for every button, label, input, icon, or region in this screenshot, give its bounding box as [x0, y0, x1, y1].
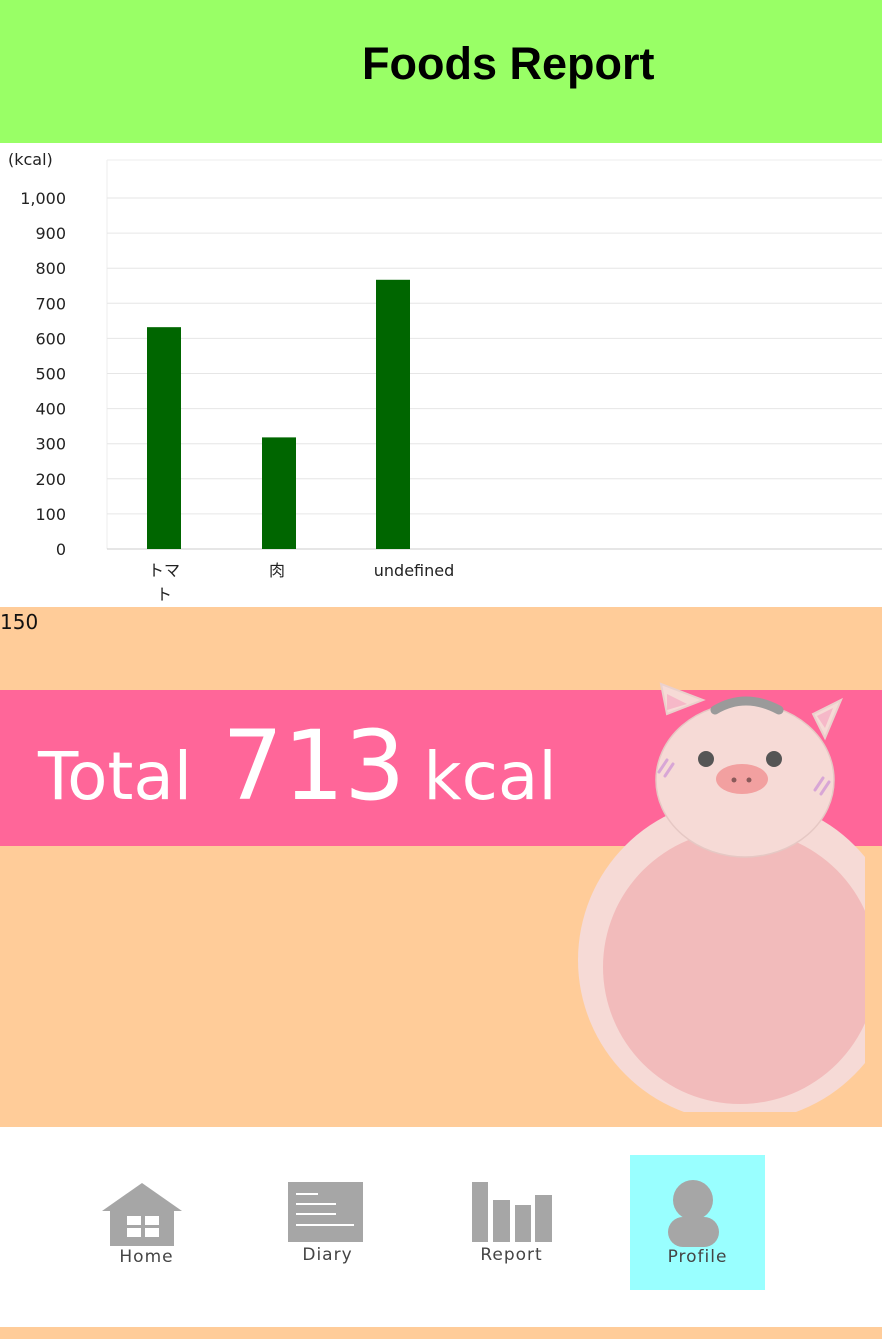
nav-diary-button[interactable]: Diary: [258, 1155, 393, 1290]
total-unit: kcal: [423, 738, 557, 815]
y-tick-label: 900: [35, 224, 66, 243]
chart-canvas: 0 100 200 300 400 500 600 700 800 900 1,000 (kcal) ト…: [8, 150, 882, 604]
summary-section: 150 Total 713 kcal: [0, 607, 882, 1127]
nav-profile-label: Profile: [667, 1247, 728, 1267]
foods-report-page: Foods Report 0 100 200 300 400 500 600 700 800 90…: [0, 0, 882, 1339]
diary-icon: [288, 1182, 363, 1242]
profile-icon: [668, 1180, 719, 1247]
bar[interactable]: [147, 327, 181, 549]
x-tick-label: undefined: [374, 561, 455, 580]
y-tick-label: 100: [35, 505, 66, 524]
y-tick-label: 500: [35, 365, 66, 384]
nav-report-button[interactable]: Report: [444, 1155, 579, 1290]
report-icon: [472, 1182, 552, 1242]
bottom-strip: [0, 1327, 882, 1339]
y-tick-label: 400: [35, 400, 66, 419]
y-axis-label: (kcal): [8, 150, 53, 169]
header: Foods Report: [0, 0, 882, 143]
nav-home-label: Home: [119, 1247, 174, 1267]
home-icon: [102, 1183, 182, 1246]
y-tick-label: 800: [35, 259, 66, 278]
y-tick-label: 200: [35, 470, 66, 489]
total-number: 713: [222, 710, 406, 822]
y-tick-label: 300: [35, 435, 66, 454]
page-title: Foods Report: [362, 38, 655, 89]
nav-home-button[interactable]: Home: [80, 1155, 215, 1290]
x-tick-label: トマト: [148, 561, 180, 604]
nav-diary-label: Diary: [302, 1245, 353, 1265]
pig-mascot-illustration: [578, 682, 865, 1112]
y-tick-label: 600: [35, 329, 66, 348]
calorie-bar-chart: 0 100 200 300 400 500 600 700 800 900 1,000 (kcal) ト…: [0, 143, 882, 607]
summary-value: 150: [0, 610, 39, 634]
y-tick-label: 700: [35, 294, 66, 313]
nav-report-label: Report: [480, 1245, 543, 1265]
bar[interactable]: [376, 279, 410, 549]
y-tick-label: 1,000: [20, 189, 66, 208]
total-calories: Total 713 kcal: [38, 710, 557, 822]
nav-profile-button[interactable]: Profile: [630, 1155, 765, 1290]
bottom-nav: Home Diary Report Profile: [0, 1127, 882, 1327]
y-tick-label: 0: [56, 540, 66, 559]
total-label: Total: [38, 738, 193, 815]
bar[interactable]: [262, 437, 296, 549]
x-tick-label: 肉: [269, 561, 285, 580]
